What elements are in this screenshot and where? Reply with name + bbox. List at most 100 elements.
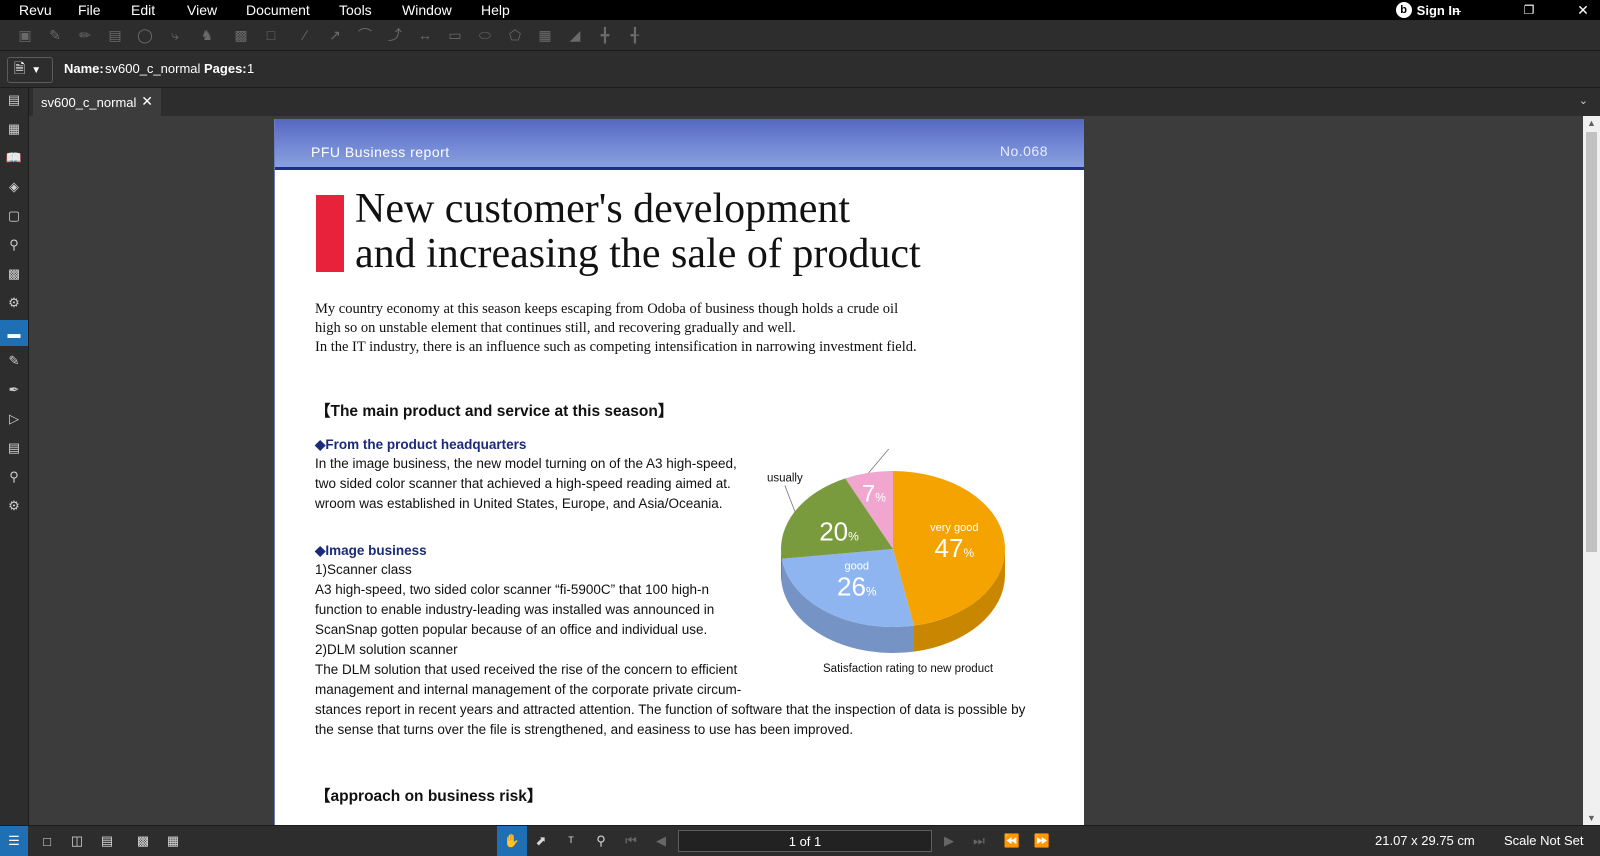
area-icon[interactable]: ▦ [536,26,554,44]
close-icon[interactable]: ✕ [1568,0,1598,20]
text-line: management and internal management of th… [315,682,742,697]
next-page-icon[interactable]: ▶ [940,832,958,850]
document-menu-button[interactable]: 🗎 ▼ [7,57,53,83]
page-number-field[interactable]: 1 of 1 [678,830,932,852]
sync-icon[interactable]: ▩ [134,832,152,850]
scrollbar-thumb[interactable] [1586,132,1597,552]
text-line: stances report in recent years and attra… [315,702,1026,717]
split-horizontal-icon[interactable]: ▤ [98,832,116,850]
menu-edit[interactable]: Edit [131,2,155,18]
pie-category-label: good [845,561,869,573]
title-line-2: and increasing the sale of product [355,231,921,277]
last-page-icon[interactable]: ⏭ [970,832,988,850]
places-icon[interactable]: ⚲ [4,235,24,255]
select-text-icon[interactable]: ᵀ [562,832,580,850]
measurements-icon[interactable]: ▬ [0,320,28,346]
scale-status[interactable]: Scale Not Set [1504,833,1584,848]
menu-view[interactable]: View [187,2,217,18]
dimension-icon[interactable]: ↔ [416,26,434,44]
title-accent-bar [316,195,344,272]
lead-line: In the IT industry, there is an influenc… [315,339,917,355]
polygon-icon[interactable]: ⬠ [506,26,524,44]
thumbnails-icon[interactable]: ▤ [4,90,24,110]
previous-page-icon[interactable]: ◀ [652,832,670,850]
first-page-icon[interactable]: ⏮ [622,832,640,850]
document-tab[interactable]: sv600_c_normal ✕ [33,88,161,116]
text-line: wroom was established in United States, … [315,496,723,511]
product-headquarters-text: In the image business, the new model tur… [315,454,737,514]
text-line: In the image business, the new model tur… [315,456,737,471]
split-vertical-icon[interactable]: ◫ [68,832,86,850]
grid-view-icon[interactable]: ▦ [4,119,24,139]
minimize-icon[interactable]: – [1442,0,1472,20]
cloud-icon[interactable]: ◯ [136,26,154,44]
reuse-icon[interactable]: ▦ [164,832,182,850]
restore-icon[interactable]: ❐ [1514,0,1544,20]
chart-caption: Satisfaction rating to new product [823,663,994,675]
polyline-icon[interactable]: ⤷ [166,26,184,44]
tags-icon[interactable]: ▷ [4,409,24,429]
pie-category-label: usually [767,472,803,484]
next-view-icon[interactable]: ⏩ [1033,832,1051,850]
menu-tools[interactable]: Tools [339,2,372,18]
pen-icon[interactable]: ✎ [46,26,64,44]
left-panel-bar: ▤ ▦ 📖 ◈ ▢ ⚲ ▩ ⚙ ▬ ✎ ✒ ▷ ▤ ⚲ ⚙ [0,88,29,825]
menu-document[interactable]: Document [246,2,310,18]
studio-icon[interactable]: ⚙ [4,496,24,516]
sketch-icon[interactable]: ⤴ [386,26,404,44]
menu-file[interactable]: File [78,2,101,18]
ellipse-icon[interactable]: ⬭ [476,26,494,44]
layers-icon[interactable]: ◈ [4,177,24,197]
stamp-icon[interactable]: ♞ [198,26,216,44]
arrow-icon[interactable]: ↗ [326,26,344,44]
single-page-icon[interactable]: □ [38,832,56,850]
lead-paragraph: My country economy at this season keeps … [315,300,1035,357]
status-bar: ☰ □ ◫ ▤ ▩ ▦ ✋ ⬈ ᵀ ⚲ ⏮ ◀ 1 of 1 ▶ ⏭ ⏪ ⏩ 2… [0,825,1600,856]
menu-window[interactable]: Window [402,2,452,18]
tab-list-chevron-icon[interactable]: ⌄ [1579,94,1588,107]
text-box-icon[interactable]: ▣ [16,26,34,44]
name-label: Name: [64,61,104,76]
bookmarks-icon[interactable]: 📖 [4,148,24,168]
highlighter-icon[interactable]: ✏ [76,26,94,44]
text-line: two sided color scanner that achieved a … [315,476,731,491]
scroll-down-icon[interactable]: ▼ [1587,813,1596,823]
pan-hand-icon[interactable]: ✋ [497,826,527,856]
volume-icon[interactable]: ◢ [566,26,584,44]
menu-revu[interactable]: Revu [19,2,52,18]
previous-view-icon[interactable]: ⏪ [1003,832,1021,850]
list-view-icon[interactable]: ☰ [0,826,28,856]
callout-icon[interactable]: ▤ [106,26,124,44]
signatures-icon[interactable]: ✒ [4,380,24,400]
snapshot-icon[interactable]: □ [262,26,280,44]
image-icon[interactable]: ▩ [232,26,250,44]
measure-icon[interactable]: ╉ [626,26,644,44]
section-heading-main-product: 【The main product and service at this se… [315,403,674,420]
select-arrow-icon[interactable]: ⬈ [532,832,550,850]
pdf-page: PFU Business report No.068 New customer'… [274,119,1084,825]
document-tab-bar: sv600_c_normal ✕ ⌄ [29,88,1600,116]
arc-icon[interactable]: ⌒ [356,26,374,44]
spaces-icon[interactable]: ▩ [4,264,24,284]
sets-icon[interactable]: ▤ [4,438,24,458]
zoom-icon[interactable]: ⚲ [592,832,610,850]
page-dimensions: 21.07 x 29.75 cm [1375,833,1475,848]
pie-category-label: very good [930,522,978,534]
count-icon[interactable]: ╋ [596,26,614,44]
settings-icon[interactable]: ⚙ [4,293,24,313]
toolchest-icon[interactable]: ▢ [4,206,24,226]
menu-bar: Revu File Edit View Document Tools Windo… [0,0,1600,20]
search-icon[interactable]: ⚲ [4,467,24,487]
close-tab-icon[interactable]: ✕ [141,93,153,110]
forms-icon[interactable]: ✎ [4,351,24,371]
name-value: sv600_c_normal [105,61,201,76]
vertical-scrollbar[interactable]: ▲ ▼ [1583,116,1600,825]
pages-value: 1 [247,61,255,76]
rectangle-icon[interactable]: ▭ [446,26,464,44]
line-icon[interactable]: ∕ [296,26,314,44]
properties-bar: 🗎 ▼ Name: sv600_c_normal Pages: 1 [0,51,1600,88]
page-title: New customer's development and increasin… [355,187,921,277]
menu-help[interactable]: Help [481,2,510,18]
bluebeam-logo-icon: b [1395,2,1412,18]
scroll-up-icon[interactable]: ▲ [1587,118,1596,128]
